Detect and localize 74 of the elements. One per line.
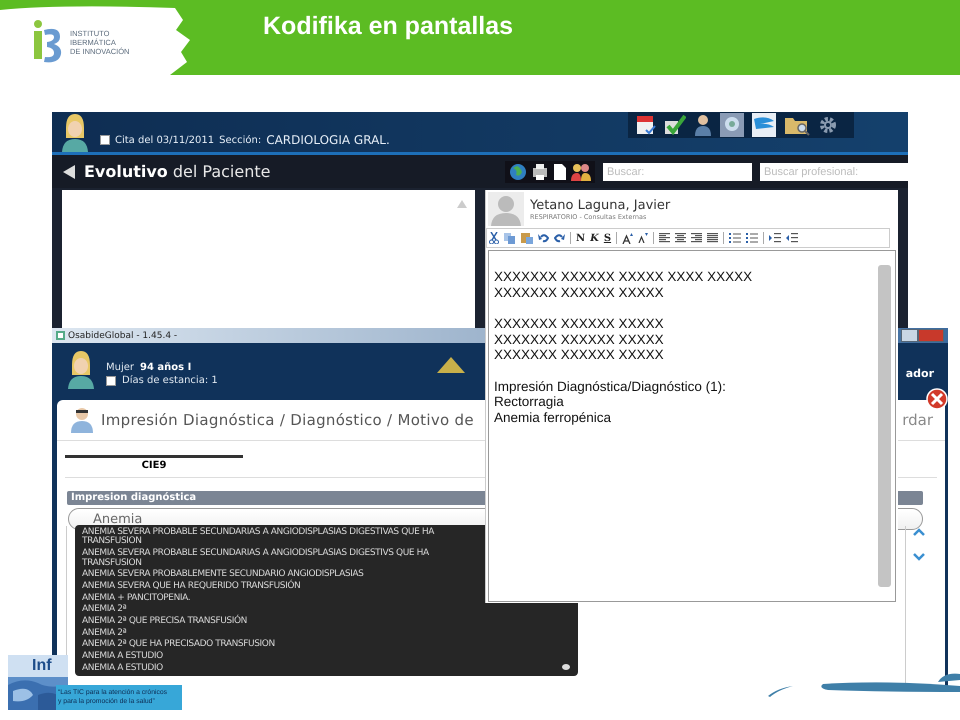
font-grow-icon[interactable] — [622, 232, 634, 244]
suggestion-item[interactable]: ANEMIA A ESTUDIO — [82, 652, 571, 662]
patient-avatar — [66, 349, 96, 389]
checkbox[interactable] — [106, 376, 116, 386]
align-right-icon[interactable] — [691, 233, 702, 243]
warning-triangle-icon[interactable] — [436, 356, 466, 374]
text-line: XXXXXXX XXXXXX XXXXX — [494, 316, 665, 332]
copy-icon[interactable] — [504, 232, 516, 244]
slide-title: Kodifika en pantallas — [263, 12, 514, 41]
back-icon[interactable] — [62, 164, 76, 180]
text-line: Impresión Diagnóstica/Diagnóstico (1): — [494, 378, 727, 394]
text-editor[interactable]: XXXXXXX XXXXXX XXXXX XXXX XXXXX XXXXXXX XXXXXX XXXXX XXXXXXX XXXXXX XXXXX XXXXXXX XXXXXX XXXXX XXXXXXX XXXXXX XXXXX Impresión Diagnóstica/Diagnóstico (1): Rectorragia Anemia ferropénica — [488, 250, 896, 602]
globe-icon[interactable] — [509, 162, 527, 180]
suggestion-item[interactable]: ANEMIA 2ª — [82, 605, 571, 615]
text-line: Anemia ferropénica — [494, 410, 612, 425]
section-label: Sección: — [219, 134, 262, 146]
chevron-up-icon[interactable] — [913, 528, 925, 536]
professional-name: Yetano Laguna, Javier — [530, 198, 670, 212]
align-left-icon[interactable] — [659, 233, 670, 243]
text-line: XXXXXXX XXXXXX XXXXX — [494, 332, 665, 347]
scroll-handle-icon[interactable] — [562, 664, 570, 670]
search-field[interactable]: Buscar: — [603, 162, 752, 180]
dialog-title: Impresión Diagnóstica / Diagnóstico / Motivo de — [101, 411, 474, 429]
justify-icon[interactable] — [707, 233, 718, 243]
document-icon[interactable] — [553, 162, 567, 180]
app-icon — [56, 331, 65, 340]
format-button[interactable]: S — [604, 232, 612, 244]
doctor-icon — [71, 407, 95, 433]
header-label: ador — [906, 367, 934, 380]
suggestion-item[interactable]: ANEMIA 2ª — [82, 628, 571, 638]
wing-logo-icon[interactable] — [752, 113, 776, 137]
format-button[interactable]: K — [590, 232, 599, 244]
settings-icon[interactable] — [818, 115, 838, 135]
format-button[interactable]: N — [576, 232, 586, 244]
printer-icon[interactable] — [531, 162, 549, 180]
logo-icon — [32, 20, 64, 64]
cut-icon[interactable] — [489, 232, 499, 244]
suggestion-item[interactable]: ANEMIA A ESTUDIO — [82, 664, 571, 674]
checkmark-icon[interactable] — [664, 115, 686, 135]
outdent-icon[interactable] — [786, 233, 798, 243]
text-line: XXXXXXX XXXXXX XXXXX XXXX XXXXX — [494, 269, 754, 284]
checkbox[interactable] — [100, 135, 110, 145]
suggestion-item[interactable]: ANEMIA 2ª QUE PRECISA TRANSFUSIÓN — [82, 617, 571, 626]
patient-sex: Mujer — [106, 361, 134, 374]
window-title: OsabideGlobal - 1.45.4 - — [68, 330, 178, 340]
close-icon[interactable] — [926, 388, 948, 410]
redo-icon[interactable] — [554, 233, 565, 243]
restore-button[interactable] — [901, 329, 918, 342]
align-center-icon[interactable] — [675, 233, 686, 243]
panel-title: Evolutivo del Paciente — [84, 162, 270, 181]
text-line: XXXXXXX XXXXXX XXXXX — [494, 347, 665, 362]
chevron-down-icon[interactable] — [913, 553, 925, 561]
doctor-icon[interactable] — [694, 114, 712, 136]
professional-search-field[interactable]: Buscar profesional: — [760, 162, 908, 180]
suggestion-item[interactable]: ANEMIA 2ª QUE HA PRECISADO TRANSFUSION — [82, 640, 571, 650]
bullet-list-icon[interactable] — [729, 233, 742, 243]
appointment-date: Cita del 03/11/2011 — [115, 134, 214, 146]
font-shrink-icon[interactable] — [638, 233, 648, 243]
text-line: XXXXXXX XXXXXX XXXXX — [494, 284, 665, 300]
undo-icon[interactable] — [538, 233, 549, 243]
cie9-tab[interactable]: CIE9 — [65, 455, 243, 471]
calendar-icon[interactable] — [636, 114, 656, 136]
text-line: Rectorragia — [494, 394, 565, 410]
indent-icon[interactable] — [769, 233, 782, 243]
people-icon[interactable] — [571, 162, 591, 180]
user-avatar — [488, 192, 524, 226]
numbered-list-icon[interactable] — [746, 233, 758, 243]
patient-avatar — [60, 112, 90, 152]
patient-age: 94 años I — [140, 361, 192, 374]
scrollbar[interactable] — [878, 265, 891, 587]
stay-days: Días de estancia: 1 — [122, 374, 218, 387]
section-name: CARDIOLOGIA GRAL. — [266, 133, 390, 147]
paste-icon[interactable] — [521, 232, 533, 244]
save-link[interactable]: rdar — [902, 411, 933, 429]
